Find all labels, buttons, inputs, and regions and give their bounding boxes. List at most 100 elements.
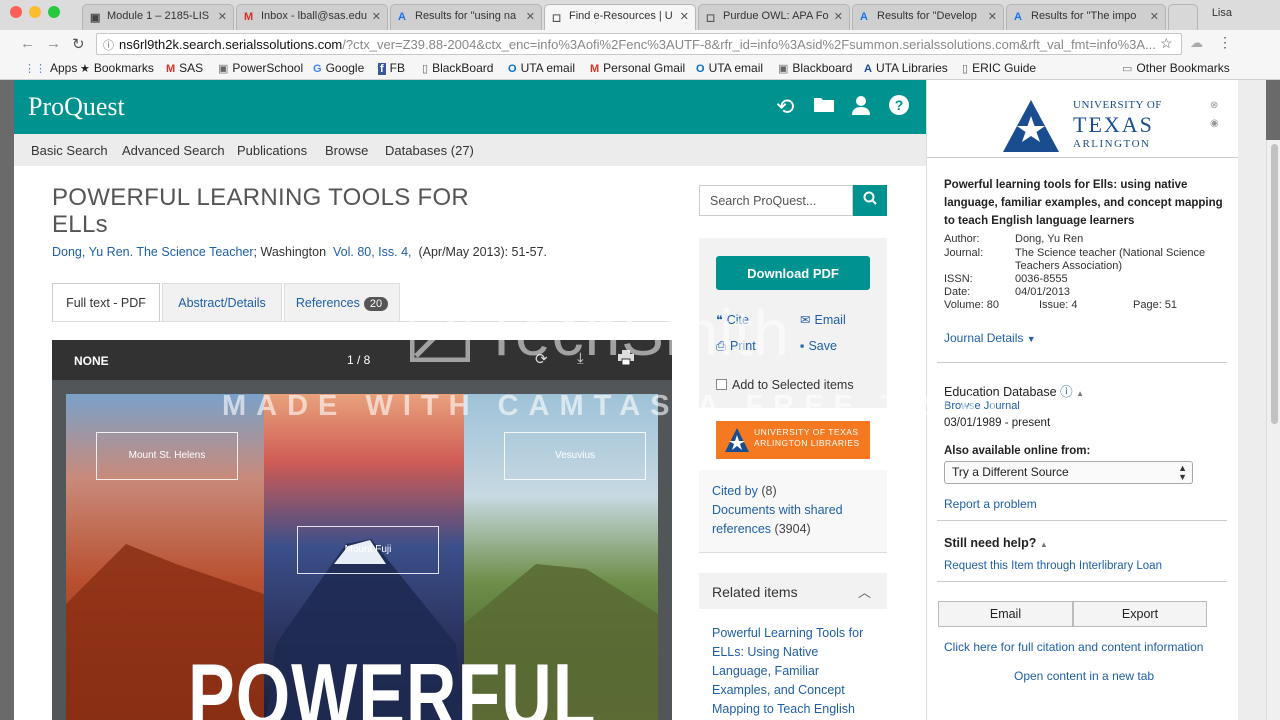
folder-icon[interactable] xyxy=(813,94,835,120)
expand-panel-icon[interactable]: ◉ xyxy=(1210,118,1219,129)
menu-icon[interactable]: ⋮ xyxy=(1218,34,1232,51)
tab-full-text-pdf[interactable]: Full text - PDF xyxy=(52,283,160,321)
caret-up-icon[interactable]: ▲ xyxy=(1076,389,1084,398)
close-tab-icon[interactable]: ✕ xyxy=(834,10,843,23)
browser-tab-active[interactable]: ◻ Find e-Resources | U ✕ xyxy=(544,4,696,30)
bookmark-item[interactable]: M SAS xyxy=(166,61,203,75)
add-selected-checkbox[interactable] xyxy=(716,379,727,390)
scrollbar-thumb[interactable] xyxy=(1271,144,1278,424)
cited-by-link[interactable]: Cited by xyxy=(712,484,758,498)
url-field[interactable]: ⓘ ns6rl9th2k.search.serialssolutions.com… xyxy=(96,33,1182,55)
nav-advanced-search[interactable]: Advanced Search xyxy=(122,143,225,158)
extension-icon[interactable]: ☁ xyxy=(1190,35,1203,51)
bookmark-label: BlackBoard xyxy=(432,61,494,75)
tab-references[interactable]: References 20 xyxy=(284,283,400,321)
journal-link[interactable]: The Science Teacher xyxy=(136,245,253,259)
caret-up-icon[interactable]: ▲ xyxy=(1040,540,1048,549)
back-icon[interactable]: ← xyxy=(20,35,35,52)
download-pdf-button[interactable]: Download PDF xyxy=(716,256,870,290)
bookmarks-bar: ⋮⋮ Apps ★ Bookmarks M SAS ▣ PowerSchool G Goo… xyxy=(0,58,1280,80)
nav-browse[interactable]: Browse xyxy=(325,143,368,158)
bookmark-item[interactable]: ⋮⋮ Apps xyxy=(24,61,77,75)
page: Page: 51 xyxy=(1133,299,1178,311)
gmail-icon: M xyxy=(590,63,600,75)
new-tab-button[interactable] xyxy=(1168,4,1198,30)
issue: Issue: 4 xyxy=(1039,299,1078,311)
info-icon[interactable]: ⓘ xyxy=(1060,385,1073,399)
maximize-window-icon[interactable] xyxy=(48,6,60,18)
close-tab-icon[interactable]: ✕ xyxy=(1150,10,1159,23)
tab-favicon-icon: A xyxy=(860,11,868,23)
tab-abstract-details[interactable]: Abstract/Details xyxy=(162,283,282,321)
close-tab-icon[interactable]: ✕ xyxy=(680,10,689,23)
issn-label: ISSN: xyxy=(944,273,973,285)
nav-publications[interactable]: Publications xyxy=(237,143,307,158)
close-tab-icon[interactable]: ✕ xyxy=(526,10,535,23)
related-items-header[interactable]: Related items ︿ xyxy=(699,573,887,609)
forward-icon[interactable]: → xyxy=(46,35,61,52)
techsmith-watermark: TechSmith xyxy=(412,296,790,370)
bookmark-item[interactable]: ▯ ERIC Guide xyxy=(962,61,1036,75)
nav-basic-search[interactable]: Basic Search xyxy=(31,143,108,158)
close-panel-icon[interactable]: ⊗ xyxy=(1210,100,1218,111)
related-item-link[interactable]: Powerful Learning Tools for ELLs: Using … xyxy=(712,624,872,719)
close-tab-icon[interactable]: ✕ xyxy=(372,10,381,23)
uta-arlington: ARLINGTON xyxy=(1073,138,1151,150)
proquest-logo[interactable]: ProQuest xyxy=(28,92,125,122)
profile-name[interactable]: Lisa xyxy=(1212,7,1232,19)
browser-tab[interactable]: ◻ Purdue OWL: APA Fo ✕ xyxy=(698,4,850,30)
close-window-icon[interactable] xyxy=(10,6,22,18)
minimize-window-icon[interactable] xyxy=(29,6,41,18)
save-link[interactable]: ▪ Save xyxy=(800,339,837,353)
scrollbar[interactable] xyxy=(1266,140,1280,720)
export-button[interactable]: Export xyxy=(1073,601,1207,627)
browser-tab[interactable]: M Inbox - lball@sas.edu ✕ xyxy=(236,4,388,30)
browser-tab[interactable]: A Results for "using na ✕ xyxy=(390,4,542,30)
journal-details-label: Journal Details xyxy=(944,331,1024,345)
search-proquest-input[interactable]: Search ProQuest... xyxy=(699,185,853,216)
browser-tab[interactable]: A Results for "The impo ✕ xyxy=(1006,4,1166,30)
reload-icon[interactable]: ↻ xyxy=(72,35,85,53)
full-citation-link[interactable]: Click here for full citation and content… xyxy=(944,640,1203,654)
volume-link[interactable]: Vol. 80, Iss. 4, xyxy=(333,245,412,259)
chevron-up-icon[interactable]: ︿ xyxy=(858,582,871,601)
bookmark-item[interactable]: G Google xyxy=(313,61,364,75)
uta-logo: UNIVERSITY OF TEXAS ARLINGTON xyxy=(1001,98,1171,154)
history-icon[interactable]: ⟲ xyxy=(776,94,794,120)
cover-headline: POWERFUL xyxy=(188,645,597,720)
info-icon[interactable]: ⓘ xyxy=(103,37,114,53)
bookmark-item[interactable]: ▣ PowerSchool xyxy=(218,61,303,75)
bookmark-item[interactable]: A UTA Libraries xyxy=(864,61,948,75)
bookmark-item[interactable]: f FB xyxy=(378,61,405,75)
bookmark-star-icon[interactable]: ☆ xyxy=(1160,35,1173,52)
bookmark-label: SAS xyxy=(179,61,204,75)
svg-text:?: ? xyxy=(895,97,904,113)
bookmark-item[interactable]: O UTA email xyxy=(696,61,763,75)
bookmark-item[interactable]: ★ Bookmarks xyxy=(80,61,154,75)
search-button[interactable] xyxy=(853,185,887,216)
browser-tab[interactable]: A Results for "Develop ✕ xyxy=(852,4,1004,30)
bookmark-item[interactable]: ▯ BlackBoard xyxy=(422,61,493,75)
pdf-viewer[interactable]: Mount St. Helens Mount Fuji Vesuvius POW… xyxy=(52,380,672,720)
source-select[interactable]: Try a Different Source ▲ ▼ xyxy=(944,461,1193,484)
envelope-icon: ✉ xyxy=(800,313,811,327)
email-button[interactable]: Email xyxy=(938,601,1073,627)
close-tab-icon[interactable]: ✕ xyxy=(988,10,997,23)
browser-tab[interactable]: ▣ Module 1 – 2185-LIS ✕ xyxy=(82,4,234,30)
close-tab-icon[interactable]: ✕ xyxy=(218,10,227,23)
interlibrary-loan-link[interactable]: Request this Item through Interlibrary L… xyxy=(944,560,1162,572)
user-icon[interactable] xyxy=(850,94,872,122)
help-icon[interactable]: ? xyxy=(888,94,910,122)
author-link[interactable]: Dong, Yu Ren. xyxy=(52,245,133,259)
uta-libraries-button[interactable]: UNIVERSITY OF TEXAS ARLINGTON LIBRARIES xyxy=(716,421,870,459)
bookmark-item[interactable]: ▣ Blackboard xyxy=(778,61,852,75)
other-bookmarks[interactable]: ▭ Other Bookmarks xyxy=(1122,61,1230,75)
report-problem-link[interactable]: Report a problem xyxy=(944,497,1037,511)
open-new-tab-link[interactable]: Open content in a new tab xyxy=(1014,669,1154,683)
bookmark-item[interactable]: O UTA email xyxy=(508,61,575,75)
still-need-help: Still need help? ▲ xyxy=(944,536,1048,550)
journal-details-link[interactable]: Journal Details ▼ xyxy=(944,331,1036,345)
email-link[interactable]: ✉ Email xyxy=(800,312,846,327)
nav-databases[interactable]: Databases (27) xyxy=(385,143,474,158)
bookmark-item[interactable]: M Personal Gmail xyxy=(590,61,685,75)
